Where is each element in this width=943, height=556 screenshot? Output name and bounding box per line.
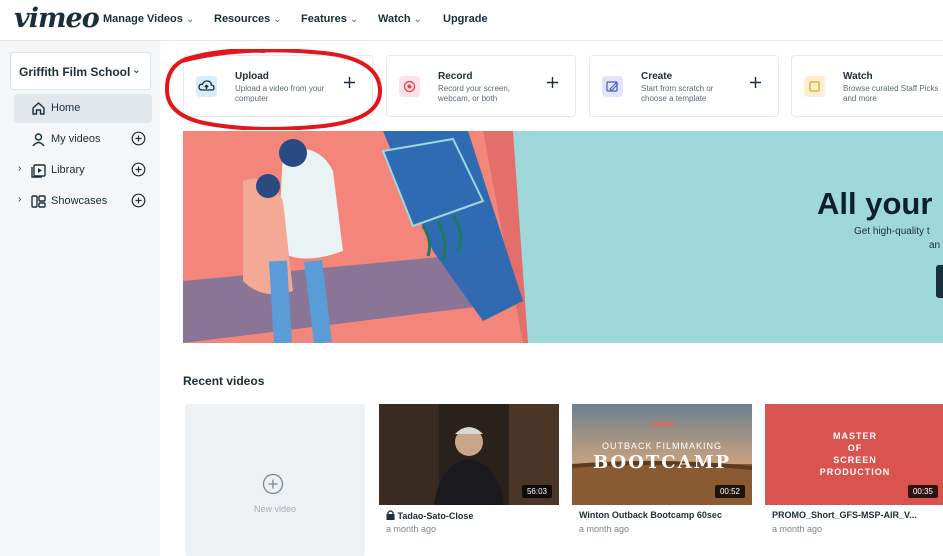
sidebar-item-label: Home [51, 102, 81, 114]
nav-manage-videos[interactable]: Manage Videos ⌄ [103, 13, 194, 25]
home-icon [32, 102, 45, 115]
record-icon [399, 76, 420, 97]
chevron-down-icon: ⌄ [413, 14, 422, 25]
banner-illustration [183, 131, 528, 343]
watch-title: Watch [843, 71, 873, 82]
watch-icon [804, 76, 825, 97]
chevron-right-icon[interactable]: › [18, 163, 21, 174]
plus-icon [344, 77, 355, 88]
add-circle-icon [262, 473, 284, 495]
chevron-down-icon: ⌄ [185, 14, 195, 25]
sidebar-item-label: Library [51, 164, 85, 176]
banner-title: All your [817, 186, 933, 221]
vimeo-logo[interactable]: vimeo [14, 3, 100, 34]
nav-upgrade[interactable]: Upgrade [443, 13, 488, 25]
recent-videos-heading: Recent videos [183, 374, 265, 388]
video-card-promo[interactable]: MASTER OF SCREEN PRODUCTION 00:35 PROMO_… [765, 404, 943, 556]
watch-description: Browse curated Staff Picks and more [843, 84, 939, 103]
plus-icon [547, 77, 558, 88]
new-video-label: New video [253, 504, 297, 514]
add-circle-icon[interactable] [131, 162, 146, 177]
video-duration: 00:52 [714, 485, 745, 498]
thumbnail-line: OF [847, 443, 863, 453]
video-date: a month ago [386, 524, 437, 534]
video-date: a month ago [579, 524, 630, 534]
sidebar-item-library[interactable]: › Library [14, 156, 152, 185]
create-title: Create [641, 71, 673, 82]
add-circle-icon[interactable] [131, 193, 146, 208]
cloud-upload-icon [196, 76, 217, 97]
sidebar: Griffith Film School ⌄ Home My videos › … [0, 41, 160, 556]
banner-subtitle-continued: an [929, 240, 941, 251]
thumbnail-brand: Griffith [650, 422, 674, 429]
new-video-card[interactable]: New video [185, 404, 365, 556]
team-name: Griffith Film School [19, 65, 131, 79]
banner-cta-button[interactable] [936, 265, 943, 298]
sidebar-item-home[interactable]: Home [14, 94, 152, 123]
upload-description: Upload a video from your computer [235, 84, 325, 103]
create-icon [602, 76, 623, 97]
lock-icon [386, 510, 395, 520]
upload-title: Upload [235, 71, 269, 82]
record-description: Record your screen, webcam, or both [438, 84, 511, 103]
video-thumbnail[interactable]: 56:03 [379, 404, 559, 505]
library-icon [31, 164, 46, 178]
nav-features[interactable]: Features ⌄ [301, 13, 358, 25]
video-thumbnail[interactable]: MASTER OF SCREEN PRODUCTION 00:35 [765, 404, 943, 505]
top-navigation: vimeo Manage Videos ⌄ Resources ⌄ Features… [0, 0, 943, 41]
nav-resources[interactable]: Resources ⌄ [214, 13, 282, 25]
sidebar-item-showcases[interactable]: › Showcases [14, 187, 152, 216]
showcases-icon [31, 195, 46, 208]
video-card-tadao[interactable]: 56:03 Tadao-Sato-Close a month ago [379, 404, 559, 556]
chevron-down-icon: ⌄ [349, 14, 359, 25]
video-title[interactable]: Winton Outback Bootcamp 60sec [579, 510, 751, 520]
video-title[interactable]: Tadao-Sato-Close [386, 510, 558, 521]
hero-banner[interactable]: All your Get high-quality t an [183, 131, 943, 343]
video-thumbnail[interactable]: Griffith OUTBACK FILMMAKING BOOTCAMP 00:… [572, 404, 752, 505]
chevron-down-icon: ⌄ [131, 64, 141, 76]
record-title: Record [438, 71, 473, 82]
thumbnail-line: SCREEN [833, 455, 877, 465]
video-title[interactable]: PROMO_Short_GFS-MSP-AIR_V... [772, 510, 943, 520]
thumbnail-line: PRODUCTION [819, 467, 891, 477]
chevron-down-icon: ⌄ [273, 14, 282, 25]
sidebar-item-label: My videos [51, 133, 101, 145]
sidebar-item-label: Showcases [51, 195, 108, 207]
upload-card[interactable]: Upload Upload a video from your computer [183, 55, 373, 117]
watch-card[interactable]: Watch Browse curated Staff Picks and mor… [791, 55, 943, 117]
user-icon [32, 133, 45, 147]
thumbnail-line1: OUTBACK FILMMAKING [601, 441, 722, 451]
thumbnail-line2: BOOTCAMP [592, 452, 732, 473]
sidebar-item-my-videos[interactable]: My videos [14, 125, 152, 154]
add-circle-icon[interactable] [131, 131, 146, 146]
create-description: Start from scratch or choose a template [641, 84, 714, 103]
video-card-winton[interactable]: Griffith OUTBACK FILMMAKING BOOTCAMP 00:… [572, 404, 752, 556]
thumbnail-line: MASTER [833, 431, 877, 441]
plus-icon [750, 77, 761, 88]
video-duration: 00:35 [907, 485, 938, 498]
video-duration: 56:03 [521, 485, 552, 498]
video-date: a month ago [772, 524, 823, 534]
create-card[interactable]: Create Start from scratch or choose a te… [589, 55, 779, 117]
nav-watch[interactable]: Watch ⌄ [378, 13, 422, 25]
team-selector[interactable]: Griffith Film School ⌄ [10, 52, 151, 90]
banner-subtitle: Get high-quality t [854, 226, 930, 237]
chevron-right-icon[interactable]: › [18, 194, 21, 205]
record-card[interactable]: Record Record your screen, webcam, or bo… [386, 55, 576, 117]
